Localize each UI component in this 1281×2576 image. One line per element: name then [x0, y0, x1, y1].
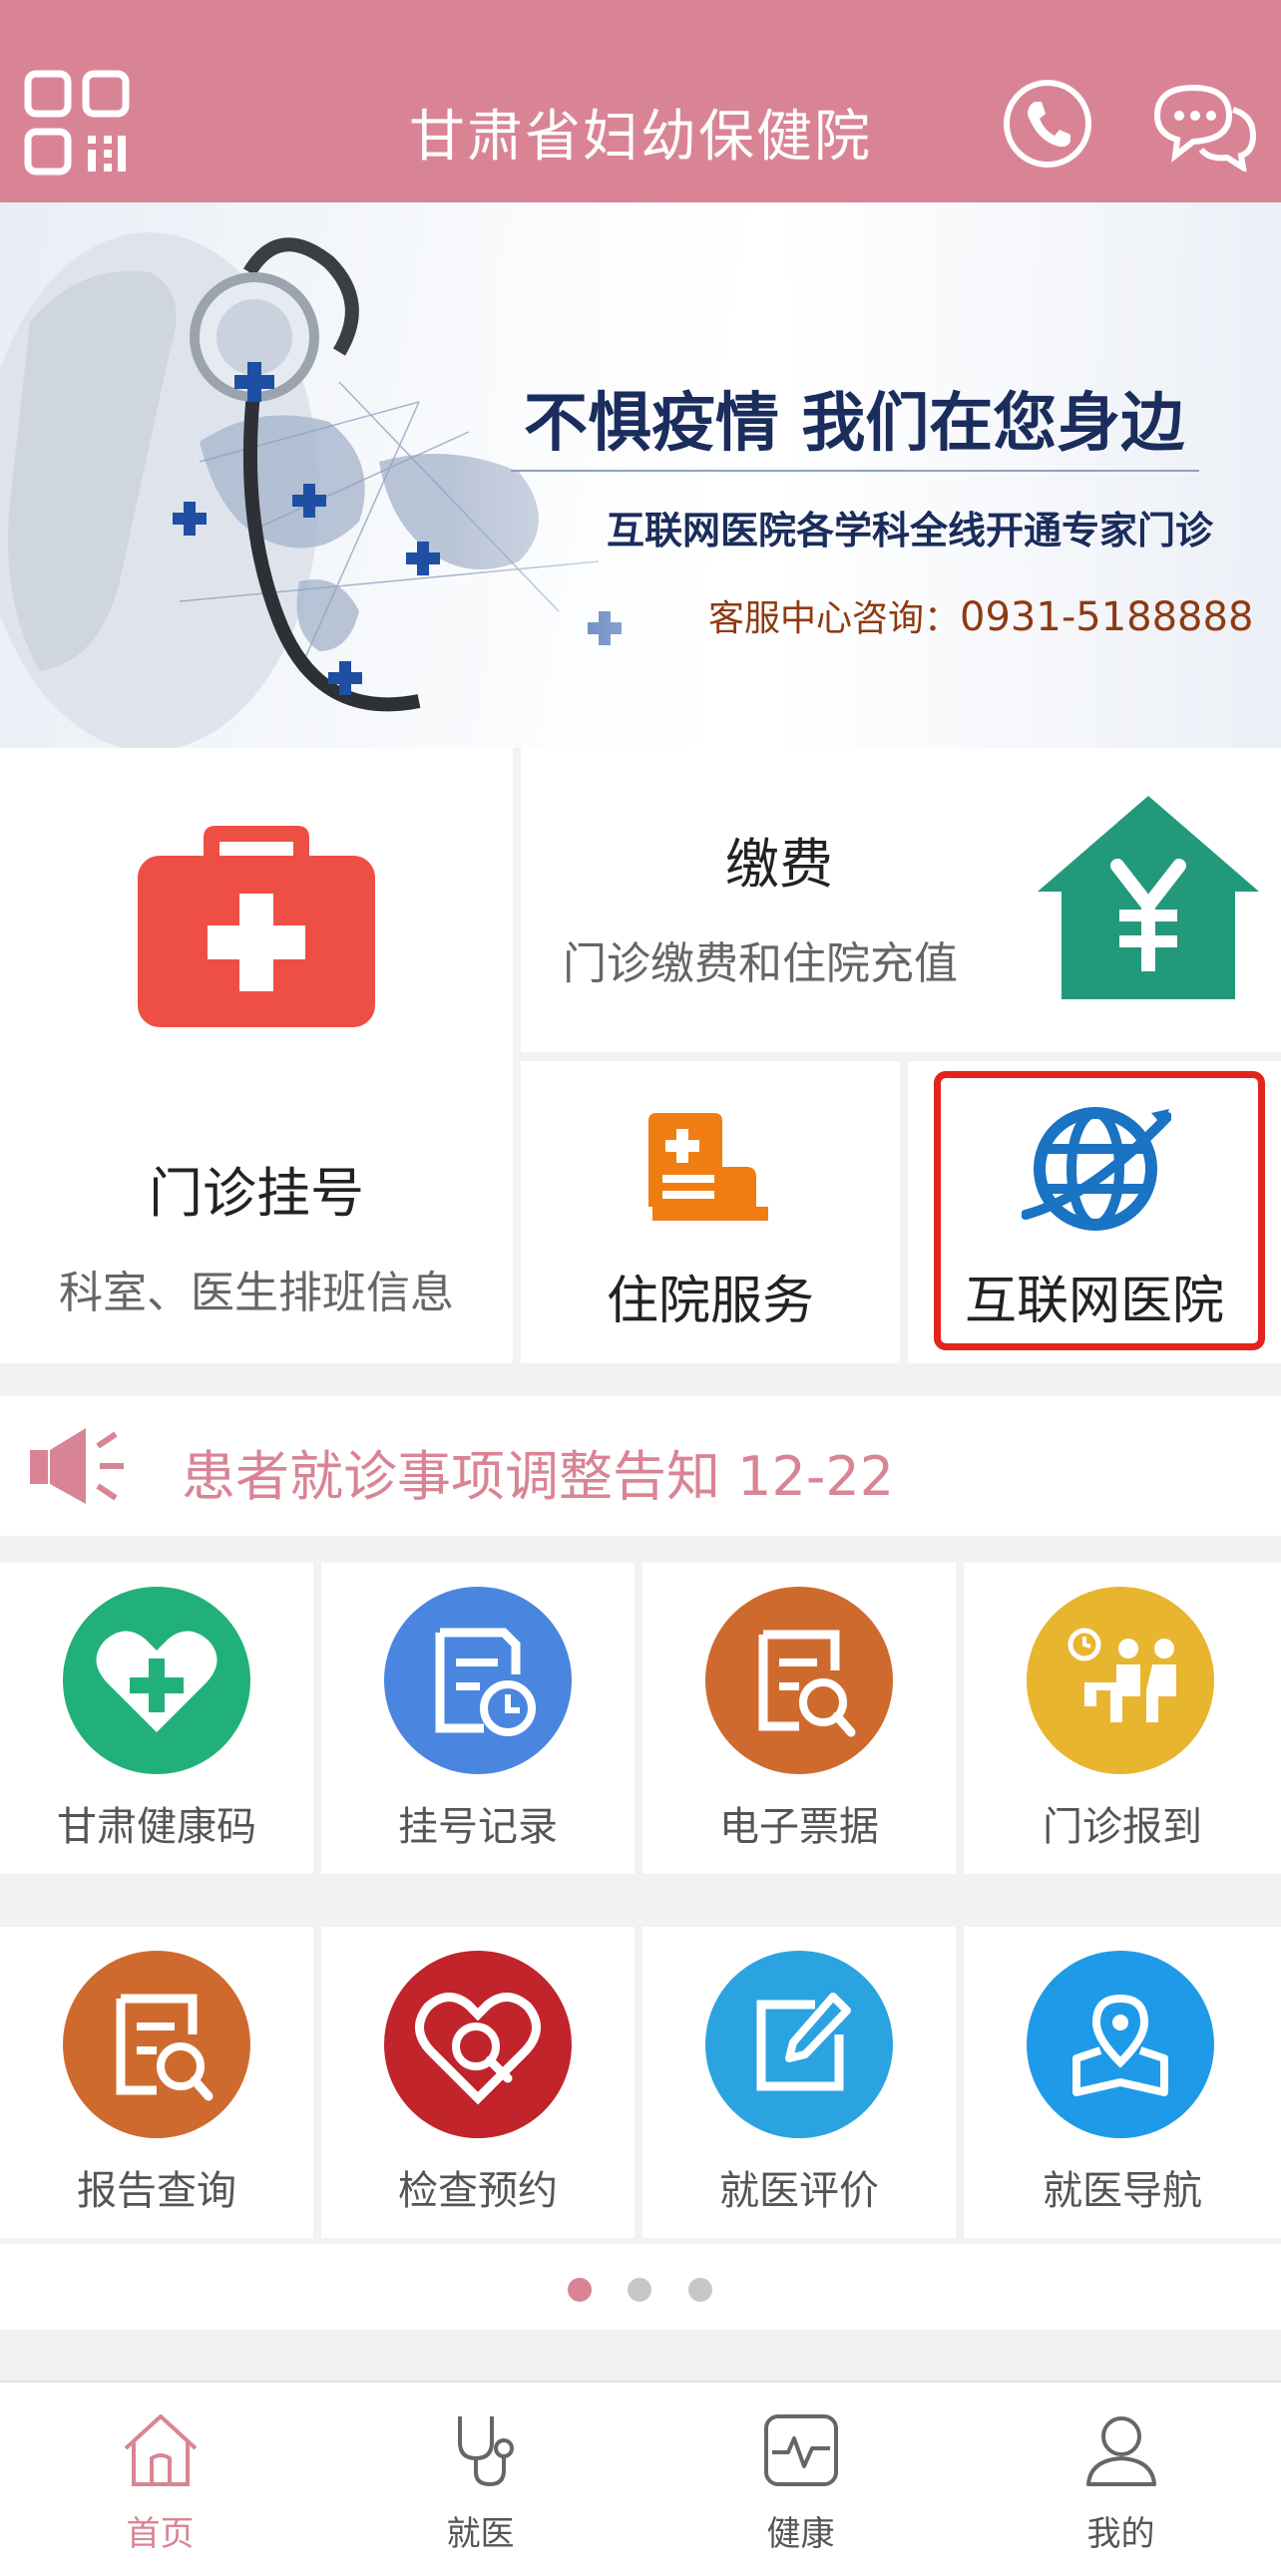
app-header: 甘肃省妇幼保健院 [0, 0, 1281, 202]
function-navigation[interactable]: 就医导航 [964, 1927, 1281, 2238]
notice-bar[interactable]: 患者就诊事项调整告知 12-22 [0, 1396, 1281, 1536]
hospital-bed-icon [642, 1107, 778, 1227]
banner-service-line: 客服中心咨询：0931-5188888 [708, 589, 1253, 641]
tab-label: 首页 [126, 2514, 195, 2554]
payment-desc: 门诊缴费和住院充值 [563, 938, 958, 989]
function-report-query[interactable]: 报告查询 [0, 1927, 313, 2238]
map-pin-icon [1027, 1951, 1214, 2138]
promo-banner[interactable]: 不惧疫情 我们在您身边 互联网医院各学科全线开通专家门诊 客服中心咨询：0931… [0, 202, 1281, 748]
heart-plus-icon [63, 1587, 250, 1774]
edit-review-icon [705, 1951, 893, 2138]
function-registration-records[interactable]: 挂号记录 [321, 1563, 635, 1874]
function-label: 就医评价 [719, 2168, 879, 2214]
banner-overlay [449, 202, 1281, 748]
chat-icon[interactable] [1149, 80, 1259, 175]
function-label: 报告查询 [77, 2168, 236, 2214]
record-clock-icon [384, 1587, 572, 1774]
payment-title: 缴费 [725, 833, 833, 896]
function-exam-booking[interactable]: 检查预约 [321, 1927, 635, 2238]
banner-headline: 不惧疫情 我们在您身边 [524, 387, 1185, 461]
receipt-search-icon [705, 1587, 893, 1774]
tab-label: 我的 [1086, 2514, 1155, 2554]
inpatient-card[interactable]: 住院服务 [521, 1061, 900, 1363]
function-review[interactable]: 就医评价 [642, 1927, 956, 2238]
notice-text: 患者就诊事项调整告知 12-22 [182, 1445, 895, 1508]
tab-health[interactable]: 健康 [640, 2383, 961, 2576]
function-e-receipt[interactable]: 电子票据 [642, 1563, 956, 1874]
banner-divider [511, 470, 1199, 472]
home-icon [120, 2408, 202, 2490]
function-label: 检查预约 [398, 2168, 558, 2214]
tab-profile[interactable]: 我的 [961, 2383, 1281, 2576]
heart-search-icon [384, 1951, 572, 2138]
health-pulse-icon [760, 2408, 842, 2490]
report-search-icon [63, 1951, 250, 2138]
page-dot-2[interactable] [628, 2278, 651, 2302]
function-label: 甘肃健康码 [57, 1804, 256, 1850]
function-label: 就医导航 [1043, 2168, 1202, 2214]
function-label: 电子票据 [719, 1804, 879, 1850]
function-health-code[interactable]: 甘肃健康码 [0, 1563, 313, 1874]
globe-icon [1021, 1097, 1172, 1241]
yuan-house-icon [1038, 796, 1259, 1005]
tab-medical[interactable]: 就医 [320, 2383, 640, 2576]
internet-hospital-title: 互联网医院 [964, 1272, 1224, 1331]
tab-label: 就医 [446, 2514, 515, 2554]
tab-label: 健康 [766, 2514, 835, 2554]
payment-card[interactable]: 缴费 门诊缴费和住院充值 [521, 748, 1281, 1052]
tab-home[interactable]: 首页 [0, 2383, 320, 2576]
megaphone-icon [28, 1422, 128, 1510]
waiting-room-icon [1027, 1587, 1214, 1774]
phone-icon[interactable] [1002, 78, 1093, 170]
page-indicator [0, 2244, 1281, 2330]
service-phone: 0931-5188888 [960, 594, 1254, 640]
bottom-tab-bar: 首页 就医 健康 我的 [0, 2381, 1281, 2576]
function-label: 门诊报到 [1043, 1804, 1202, 1850]
page-dot-1[interactable] [568, 2278, 592, 2302]
stethoscope-icon [440, 2408, 522, 2490]
registration-card[interactable]: 门诊挂号 科室、医生排班信息 [0, 748, 513, 1363]
banner-subline: 互联网医院各学科全线开通专家门诊 [607, 509, 1214, 552]
function-check-in[interactable]: 门诊报到 [964, 1563, 1281, 1874]
registration-title: 门诊挂号 [149, 1162, 364, 1225]
inpatient-title: 住院服务 [606, 1272, 814, 1331]
internet-hospital-card[interactable]: 互联网医院 [908, 1061, 1281, 1363]
registration-desc: 科室、医生排班信息 [59, 1268, 454, 1318]
profile-icon [1080, 2408, 1162, 2490]
first-aid-kit-icon [138, 816, 375, 1027]
service-label: 客服中心咨询： [708, 598, 961, 639]
page-dot-3[interactable] [688, 2278, 712, 2302]
function-label: 挂号记录 [398, 1804, 558, 1850]
